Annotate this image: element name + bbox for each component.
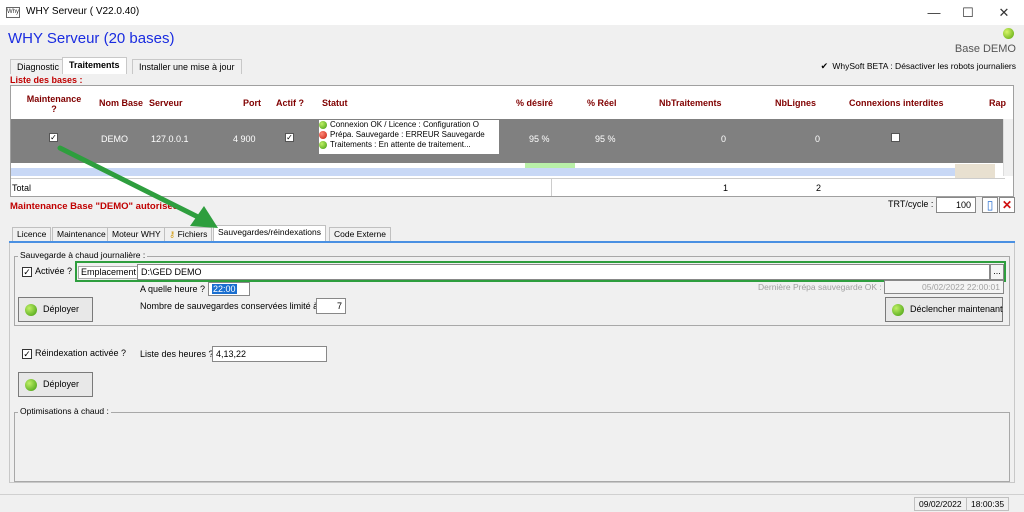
status-time: 18:00:35 <box>966 497 1010 511</box>
annotation-arrow <box>57 145 218 228</box>
status-date: 09/02/2022 <box>914 497 967 511</box>
status-bar: 09/02/2022 18:00:35 <box>0 494 1024 512</box>
arrow-shaft <box>57 145 205 222</box>
